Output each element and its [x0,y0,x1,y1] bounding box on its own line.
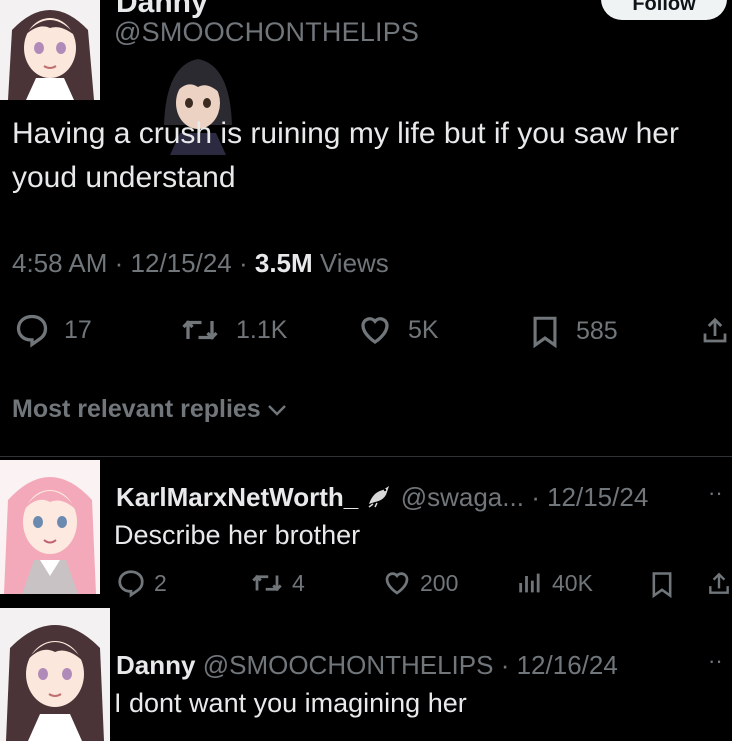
tweet-date[interactable]: 12/15/24 [131,248,232,278]
anime-girl-avatar-icon [0,0,100,100]
reply-author-name[interactable]: Danny [116,650,195,680]
tweet-text: Having a crush is ruining my life but if… [12,117,679,194]
replies-sort-dropdown[interactable]: Most relevant replies [12,395,287,424]
reply-date[interactable]: 12/16/24 [517,650,618,680]
bookmark-icon [652,572,672,599]
reply-avatar[interactable] [0,608,110,741]
more-options-icon[interactable]: ·· [708,648,723,674]
repost-count: 1.1K [236,315,288,344]
share-action[interactable] [706,568,732,600]
replies-sort-label: Most relevant replies [12,395,261,423]
repost-icon [182,320,218,340]
reply-author-handle[interactable]: @SMOOCHONTHELIPS [203,650,494,680]
like-count: 5K [408,315,439,344]
heart-icon [385,572,409,595]
bookmark-count: 585 [576,316,618,345]
reply-author-handle[interactable]: @swaga... [401,482,524,512]
views-chart-icon [519,573,540,593]
reply-author-name[interactable]: KarlMarxNetWorth_ [116,482,358,512]
like-action[interactable]: 5K [356,312,439,348]
reply-avatar[interactable] [0,460,100,594]
repost-count: 4 [292,569,305,596]
repost-action[interactable]: 4 [250,568,305,598]
repost-action[interactable]: 1.1K [178,312,287,348]
repost-icon [252,574,282,592]
reply-action[interactable]: 17 [14,312,92,348]
anime-girl-pink-avatar-icon [0,460,100,594]
reply-action[interactable]: 2 [116,568,167,598]
tweet-meta: 4:58 AM · 12/15/24 · 3.5M Views [12,248,389,278]
reply-text: I dont want you imagining her [114,688,467,718]
share-icon [709,572,729,594]
divider [0,456,732,457]
chevron-down-icon [267,404,286,416]
bird-emoji-icon [369,486,390,508]
bookmark-action[interactable]: 585 [528,312,618,350]
like-count: 200 [420,569,459,596]
author-handle[interactable]: @SMOOCHONTHELIPS [114,17,419,48]
more-options-icon[interactable]: ·· [708,480,723,506]
author-avatar[interactable] [0,0,100,100]
reply-header: KarlMarxNetWorth_ @swaga... · 12/15/24 [116,482,649,512]
views-count: 3.5M [254,248,313,278]
share-icon [703,317,727,343]
views-count: 40K [552,569,593,596]
bookmark-action[interactable] [648,568,676,600]
heart-icon [361,317,389,344]
reply-count: 17 [64,315,92,344]
reply-header: Danny @SMOOCHONTHELIPS · 12/16/24 [116,650,618,680]
reply-icon [118,570,144,598]
views-action[interactable]: 40K [516,568,593,598]
reply-icon [16,314,48,348]
reply-date[interactable]: 12/15/24 [547,482,648,512]
like-action[interactable]: 200 [382,568,458,598]
tweet-time[interactable]: 4:58 AM [12,248,107,278]
reply-text: Describe her brother [114,520,361,550]
follow-button[interactable]: Follow [601,0,727,20]
reply-count: 2 [154,569,167,596]
bookmark-icon [533,316,557,349]
share-action[interactable] [700,312,730,350]
anime-girl-avatar-icon [0,608,110,741]
views-label: Views [319,248,389,278]
